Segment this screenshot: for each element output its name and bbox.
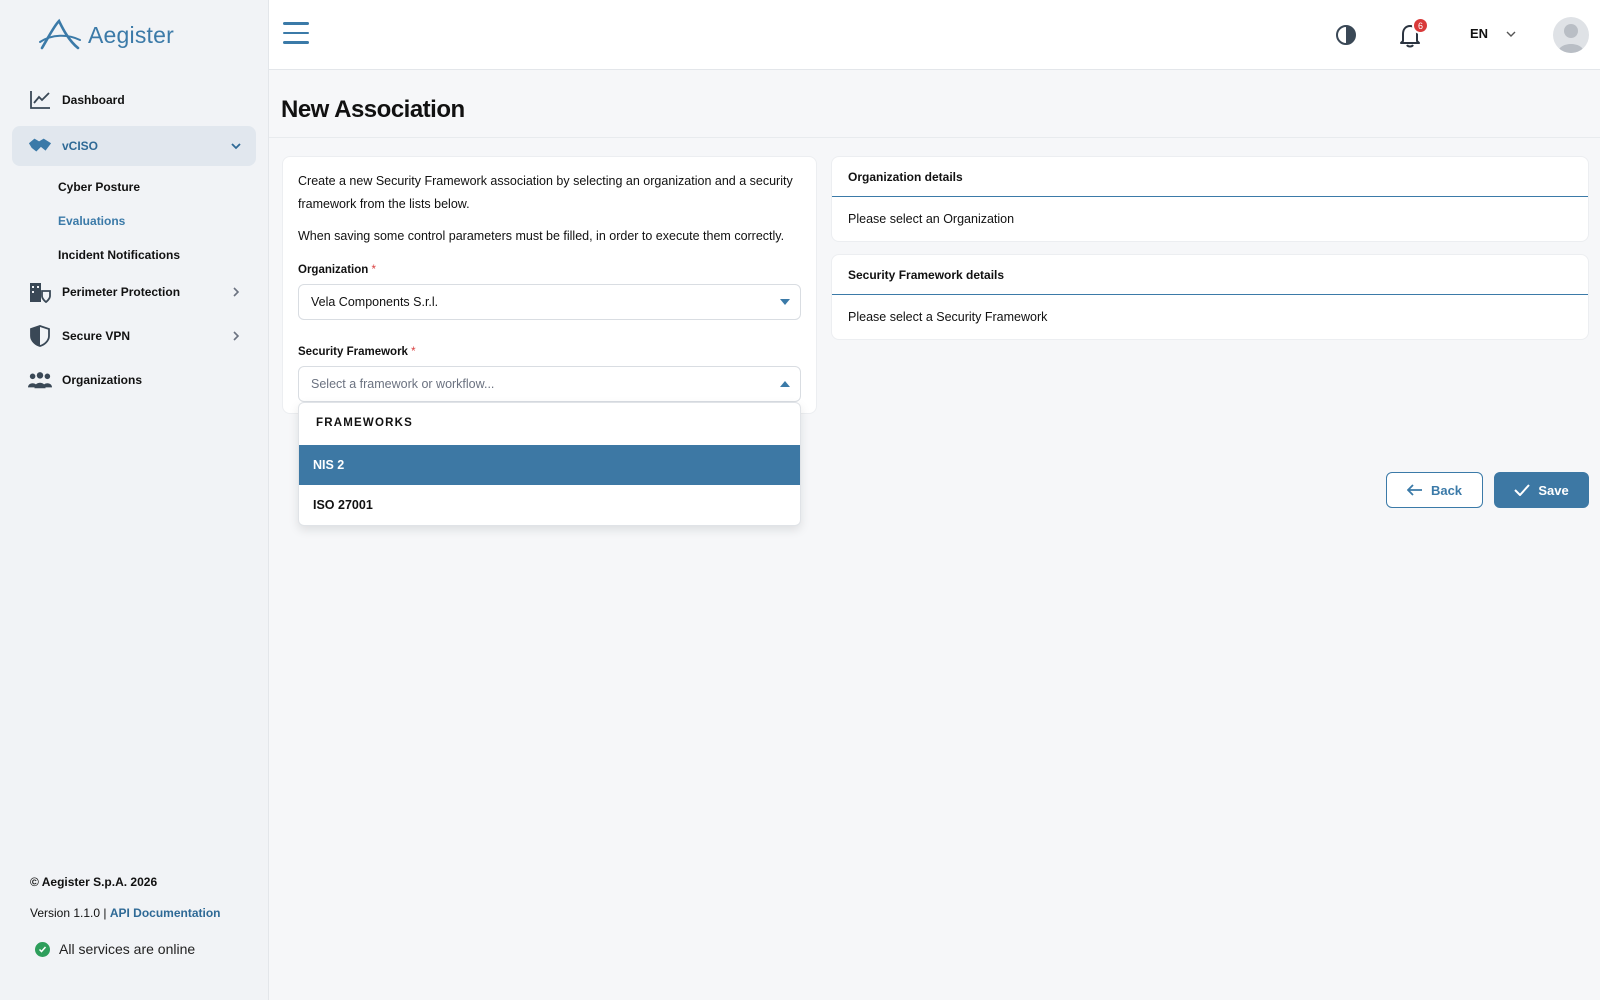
aegister-logo-icon (39, 18, 81, 50)
version-info: Version 1.1.0 | API Documentation (30, 906, 221, 920)
sidebar-subitem-cyber-posture[interactable]: Cyber Posture (58, 180, 140, 194)
notification-badge: 6 (1412, 17, 1429, 34)
save-button[interactable]: Save (1494, 472, 1589, 508)
organization-label: Organization * (298, 264, 376, 276)
building-shield-icon (28, 280, 52, 304)
avatar[interactable] (1553, 17, 1589, 53)
organization-details-body: Please select an Organization (848, 212, 1015, 226)
back-button-label: Back (1430, 482, 1463, 498)
sidebar-item-label: Dashboard (62, 93, 125, 107)
framework-details-title: Security Framework details (832, 255, 1588, 295)
sidebar-item-label: Perimeter Protection (62, 285, 181, 299)
service-status-text: All services are online (59, 941, 196, 957)
save-button-label: Save (1538, 482, 1569, 498)
organization-details-panel: Organization details Please select an Or… (831, 156, 1589, 242)
sidebar-subitem-evaluations[interactable]: Evaluations (58, 214, 125, 228)
form-note-text: When saving some control parameters must… (298, 229, 785, 243)
title-divider (269, 137, 1600, 138)
version-text: Version 1.1.0 | (30, 906, 110, 920)
sidebar-item-vciso[interactable]: vCISO (12, 126, 256, 166)
check-circle-icon (35, 941, 50, 957)
menu-toggle-icon[interactable] (283, 22, 309, 46)
dropdown-option-iso27001[interactable]: ISO 27001 (299, 485, 800, 525)
brand-name: Aegister (88, 21, 174, 48)
chevron-down-icon (1506, 31, 1516, 37)
organization-select-value: Vela Components S.r.l. (311, 295, 439, 309)
required-marker: * (371, 264, 376, 276)
users-icon (28, 368, 52, 392)
framework-details-body: Please select a Security Framework (848, 310, 1048, 324)
service-status: All services are online (35, 941, 195, 957)
sidebar-item-label: Organizations (62, 373, 143, 387)
security-framework-label: Security Framework * (298, 346, 416, 358)
back-button[interactable]: Back (1386, 472, 1483, 508)
organization-label-text: Organization (298, 264, 369, 276)
sidebar-item-dashboard[interactable]: Dashboard (12, 80, 256, 120)
security-framework-select[interactable]: Select a framework or workflow... (298, 366, 801, 402)
chevron-right-icon (233, 287, 240, 297)
brand-logo[interactable]: Aegister (38, 18, 174, 52)
dropdown-group-label: FRAMEWORKS (316, 417, 413, 429)
language-selector[interactable]: EN (1470, 26, 1516, 41)
sidebar-item-organizations[interactable]: Organizations (12, 360, 256, 400)
framework-dropdown: FRAMEWORKS NIS 2 ISO 27001 (298, 402, 801, 526)
organization-select[interactable]: Vela Components S.r.l. (298, 284, 801, 320)
page-title: New Association (281, 96, 465, 123)
shield-icon (28, 324, 52, 348)
framework-details-panel: Security Framework details Please select… (831, 254, 1589, 340)
sidebar: Aegister Dashboard vCISO Cyber Posture E… (0, 0, 269, 1000)
theme-toggle-icon[interactable] (1335, 24, 1357, 46)
caret-down-icon (780, 299, 790, 305)
dropdown-option-nis2[interactable]: NIS 2 (299, 445, 800, 485)
language-label: EN (1470, 26, 1489, 41)
security-framework-placeholder: Select a framework or workflow... (311, 377, 495, 391)
required-marker: * (411, 346, 416, 358)
sidebar-subitem-incident-notifications[interactable]: Incident Notifications (58, 248, 180, 262)
sidebar-item-label: Secure VPN (62, 329, 131, 343)
sidebar-item-perimeter-protection[interactable]: Perimeter Protection (12, 272, 256, 312)
top-bar: 6 EN (269, 0, 1600, 70)
form-intro-text: Create a new Security Framework associat… (298, 174, 793, 211)
api-documentation-link[interactable]: API Documentation (110, 906, 221, 920)
sidebar-item-label: vCISO (62, 139, 99, 153)
chevron-right-icon (233, 331, 240, 341)
handshake-icon (28, 134, 52, 158)
chart-line-icon (28, 88, 52, 112)
organization-details-title: Organization details (832, 157, 1588, 197)
chevron-down-icon (231, 143, 241, 150)
sidebar-item-secure-vpn[interactable]: Secure VPN (12, 316, 256, 356)
user-avatar-icon (1558, 24, 1584, 53)
check-icon (1514, 484, 1531, 496)
caret-up-icon (780, 381, 790, 387)
security-framework-label-text: Security Framework (298, 346, 408, 358)
arrow-left-icon (1406, 484, 1422, 496)
copyright-text: © Aegister S.p.A. 2026 (30, 875, 158, 889)
